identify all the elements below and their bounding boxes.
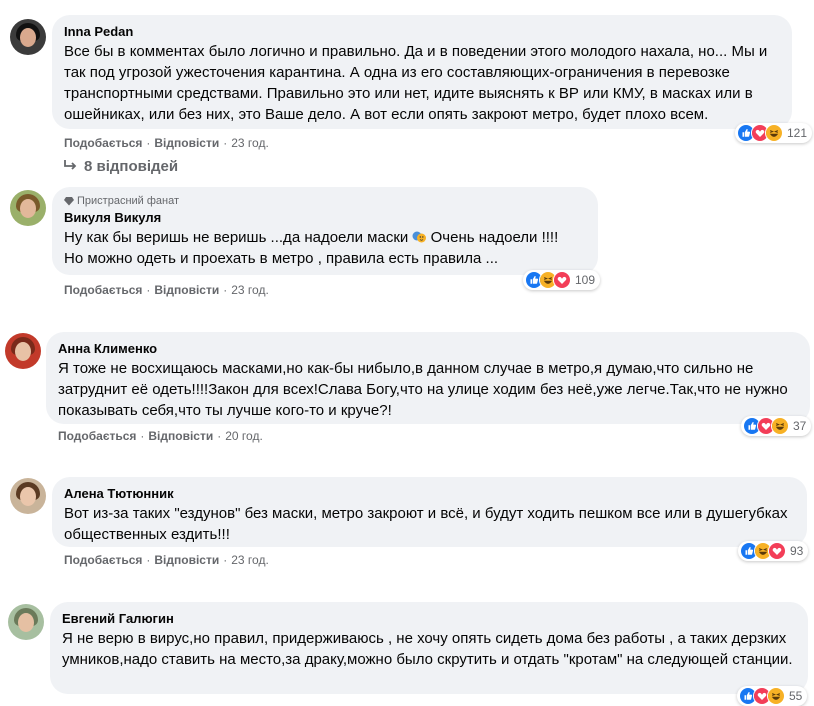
- reply-button[interactable]: Відповісти: [154, 552, 219, 568]
- comment-author[interactable]: Inna Pedan: [64, 23, 780, 40]
- love-reaction-icon: [553, 271, 571, 289]
- reaction-summary[interactable]: 55: [737, 686, 808, 706]
- comment-bubble: Алена Тютюнник Вот из-за таких "ездунов"…: [52, 477, 807, 547]
- comment-actions: Подобається · Відповісти · 23 год.: [64, 552, 269, 568]
- comment-author[interactable]: Алена Тютюнник: [64, 485, 795, 502]
- comment-timestamp[interactable]: 20 год.: [225, 428, 263, 444]
- like-button[interactable]: Подобається: [58, 428, 136, 444]
- reply-button[interactable]: Відповісти: [148, 428, 213, 444]
- haha-reaction-icon: [765, 124, 783, 142]
- comment-timestamp[interactable]: 23 год.: [231, 282, 269, 298]
- comment-text: Вот из-за таких "ездунов" без маски, мет…: [64, 505, 788, 543]
- reaction-summary[interactable]: 93: [738, 541, 809, 561]
- reaction-summary[interactable]: 109: [523, 270, 601, 290]
- reaction-count: 121: [787, 126, 808, 140]
- comment-actions: Подобається · Відповісти · 23 год.: [64, 282, 269, 298]
- reply-button[interactable]: Відповісти: [154, 282, 219, 298]
- comment-author[interactable]: Евгений Галюгин: [62, 610, 796, 627]
- reaction-count: 37: [793, 419, 807, 433]
- like-button[interactable]: Подобається: [64, 282, 142, 298]
- view-replies-button[interactable]: 8 відповідей: [64, 158, 178, 175]
- haha-reaction-icon: [767, 687, 785, 705]
- comment-text: Я не верю в вирус,но правил, придерживаю…: [62, 630, 793, 668]
- avatar[interactable]: [10, 190, 46, 226]
- love-reaction-icon: [768, 542, 786, 560]
- comment-text: Я тоже не восхищаюсь масками,но как-бы н…: [58, 360, 788, 419]
- like-button[interactable]: Подобається: [64, 552, 142, 568]
- replies-count-label: 8 відповідей: [84, 158, 179, 175]
- badge-label: Пристрасний фанат: [77, 195, 180, 207]
- comment-timestamp[interactable]: 23 год.: [231, 135, 269, 151]
- reaction-count: 109: [575, 273, 596, 287]
- comment-bubble: Евгений Галюгин Я не верю в вирус,но пра…: [50, 602, 808, 694]
- like-button[interactable]: Подобається: [64, 135, 142, 151]
- reaction-summary[interactable]: 121: [735, 123, 813, 143]
- comment-bubble: Анна Клименко Я тоже не восхищаюсь маска…: [46, 332, 810, 424]
- comment-bubble: Inna Pedan Все бы в комментах было логич…: [52, 15, 792, 129]
- comment-author[interactable]: Анна Клименко: [58, 340, 798, 357]
- reaction-summary[interactable]: 37: [741, 416, 812, 436]
- comment-author[interactable]: Викуля Викуля: [64, 209, 586, 226]
- reply-arrow-icon: [64, 158, 78, 175]
- reply-button[interactable]: Відповісти: [154, 135, 219, 151]
- haha-reaction-icon: [771, 417, 789, 435]
- comment-text: Ну как бы веришь не веришь ...да надоели…: [64, 229, 559, 267]
- theater-masks-emoji-icon: [412, 229, 427, 243]
- diamond-badge-icon: [64, 197, 74, 206]
- avatar[interactable]: [10, 19, 46, 55]
- comment-text: Все бы в комментах было логично и правил…: [64, 43, 768, 123]
- comment-actions: Подобається · Відповісти · 20 год.: [58, 428, 263, 444]
- avatar[interactable]: [5, 333, 41, 369]
- avatar[interactable]: [10, 478, 46, 514]
- reaction-count: 55: [789, 689, 803, 703]
- avatar[interactable]: [8, 604, 44, 640]
- comment-bubble: Пристрасний фанат Викуля Викуля Ну как б…: [52, 187, 598, 275]
- reaction-count: 93: [790, 544, 804, 558]
- comment-actions: Подобається · Відповісти · 23 год.: [64, 135, 269, 151]
- comment-timestamp[interactable]: 23 год.: [231, 552, 269, 568]
- top-fan-badge: Пристрасний фанат: [64, 194, 586, 208]
